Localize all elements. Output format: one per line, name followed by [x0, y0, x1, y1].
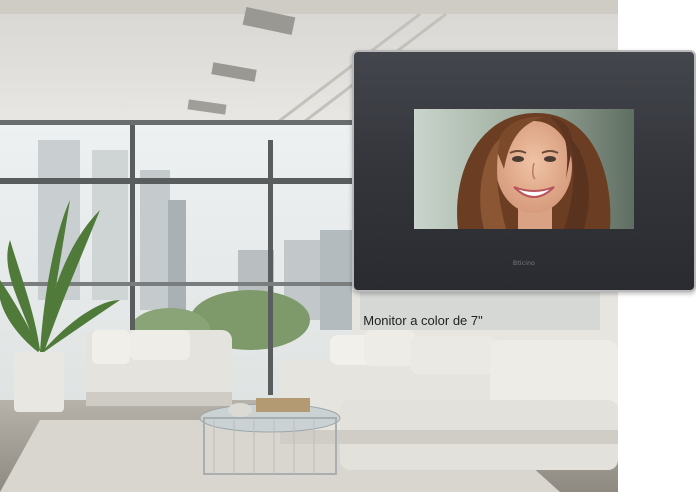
brand-logo: Bticino [513, 260, 535, 267]
video-intercom-monitor: Bticino [352, 50, 696, 292]
monitor-caption: Monitor a color de 7" [363, 313, 483, 328]
monitor-screen [414, 109, 634, 229]
smiling-woman-image [414, 109, 634, 229]
